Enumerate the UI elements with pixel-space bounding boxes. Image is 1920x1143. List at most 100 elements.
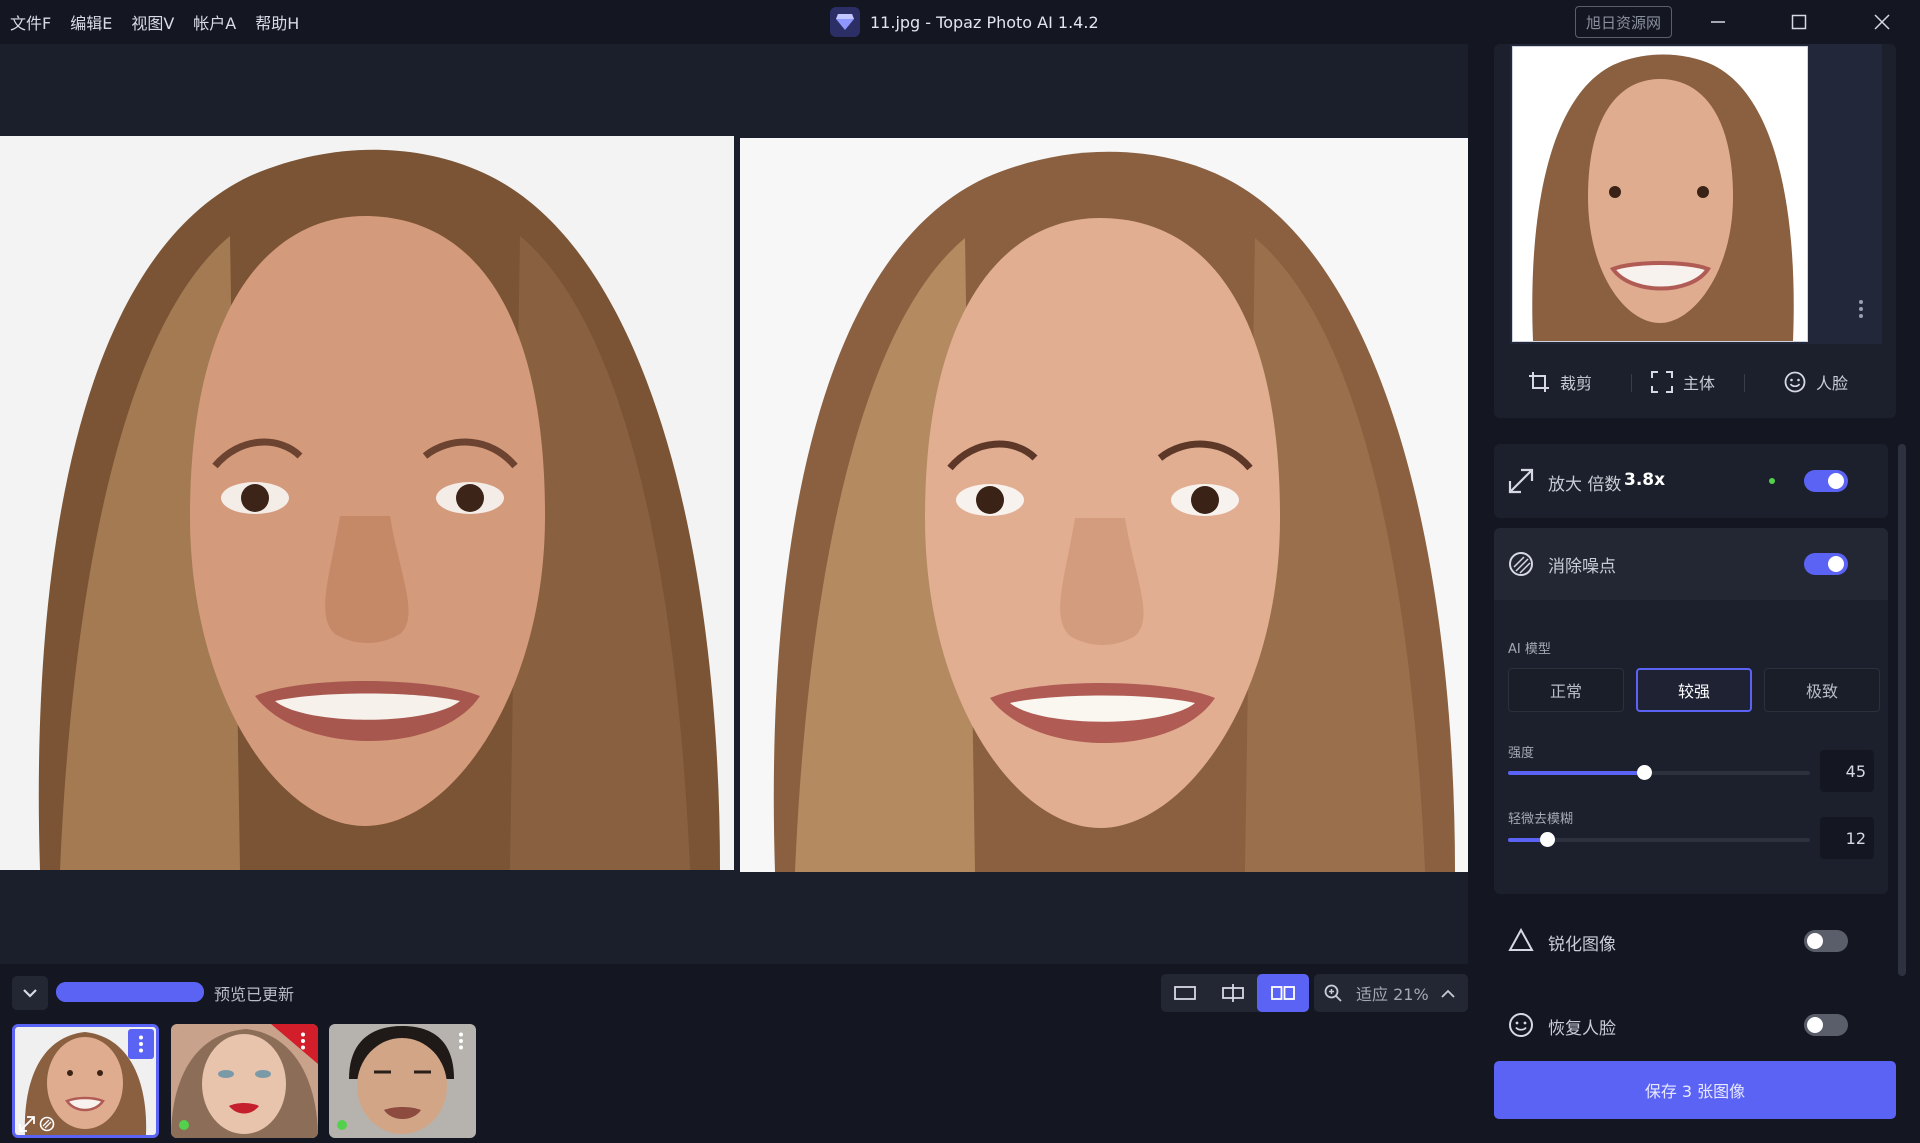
chevron-up-icon bbox=[1441, 989, 1455, 998]
applied-filters-badges bbox=[19, 1116, 55, 1132]
face-photo-original bbox=[0, 136, 734, 870]
crop-label: 裁剪 bbox=[1560, 374, 1593, 393]
subject-label: 主体 bbox=[1683, 374, 1716, 393]
upscale-label: 放大 倍数 bbox=[1548, 475, 1622, 495]
split-view-icon bbox=[1222, 984, 1244, 1002]
upscale-card[interactable]: 放大 倍数 3.8x bbox=[1494, 444, 1888, 518]
model-extreme-button[interactable]: 极致 bbox=[1764, 668, 1880, 712]
face-recovery-label: 恢复人脸 bbox=[1548, 1019, 1616, 1039]
navigator-face-image bbox=[1513, 47, 1807, 341]
single-view-button[interactable] bbox=[1161, 974, 1209, 1012]
menu-bar: 文件F 编辑E 视图V 帐户A 帮助H bbox=[0, 0, 318, 44]
single-view-icon bbox=[1174, 986, 1196, 1000]
upscale-toggle[interactable] bbox=[1804, 470, 1848, 492]
processed-preview[interactable] bbox=[740, 138, 1468, 872]
menu-edit[interactable]: 编辑E bbox=[70, 10, 112, 34]
original-preview[interactable] bbox=[0, 136, 734, 870]
navigator-thumbnail[interactable] bbox=[1512, 46, 1808, 342]
face-recovery-row[interactable]: 恢复人脸 bbox=[1494, 988, 1888, 1062]
smile-icon bbox=[1509, 1013, 1533, 1037]
thumbnail-3-menu-button[interactable] bbox=[448, 1026, 474, 1056]
face-recovery-toggle[interactable] bbox=[1804, 1014, 1848, 1036]
ready-status-dot bbox=[337, 1120, 347, 1130]
upscale-value: 3.8x bbox=[1624, 470, 1666, 490]
denoise-toggle[interactable] bbox=[1804, 553, 1848, 575]
preview-progress-bar bbox=[56, 982, 204, 1002]
deblur-label: 轻微去模糊 bbox=[1508, 812, 1574, 827]
expand-arrow-icon bbox=[19, 1116, 35, 1132]
denoise-card: 消除噪点 AI 模型 正常 较强 极致 强度 45 轻微去模糊 12 bbox=[1494, 528, 1888, 894]
noise-circle-icon bbox=[1509, 552, 1533, 576]
more-vertical-icon bbox=[459, 1032, 463, 1050]
face-tool[interactable]: 人脸 bbox=[1784, 370, 1848, 394]
window-title-text: 11.jpg - Topaz Photo AI 1.4.2 bbox=[870, 12, 1099, 32]
image-canvas[interactable] bbox=[0, 44, 1468, 964]
thumbnail-1[interactable] bbox=[12, 1024, 159, 1138]
thumbnail-2-menu-button[interactable] bbox=[290, 1026, 316, 1056]
noise-circle-icon bbox=[39, 1116, 55, 1132]
expand-arrow-icon bbox=[1508, 468, 1534, 494]
deblur-slider-handle[interactable] bbox=[1540, 832, 1555, 847]
divider bbox=[1744, 374, 1745, 392]
deblur-value-field[interactable]: 12 bbox=[1820, 817, 1874, 859]
strength-slider-fill bbox=[1508, 771, 1644, 775]
face-label: 人脸 bbox=[1816, 374, 1849, 393]
denoise-label: 消除噪点 bbox=[1548, 557, 1616, 577]
maximize-button[interactable] bbox=[1769, 0, 1829, 44]
split-view-button[interactable] bbox=[1209, 974, 1257, 1012]
navigator-card: 裁剪 主体 人脸 bbox=[1494, 44, 1896, 418]
smile-icon bbox=[1784, 371, 1806, 393]
right-panel: 裁剪 主体 人脸 放大 倍数 3.8x 消除噪点 AI 模型 正常 较强 极致 … bbox=[1468, 44, 1920, 1143]
menu-view[interactable]: 视图V bbox=[131, 10, 174, 34]
model-strong-button[interactable]: 较强 bbox=[1636, 668, 1752, 712]
minimize-icon bbox=[1711, 21, 1725, 23]
thumbnail-1-menu-button[interactable] bbox=[128, 1029, 154, 1059]
window-title: 11.jpg - Topaz Photo AI 1.4.2 bbox=[830, 0, 1099, 44]
denoise-header[interactable]: 消除噪点 bbox=[1494, 528, 1888, 600]
zoom-level-text: 适应 21% bbox=[1356, 985, 1429, 1004]
sharpen-toggle[interactable] bbox=[1804, 930, 1848, 952]
model-normal-button[interactable]: 正常 bbox=[1508, 668, 1624, 712]
side-by-side-view-button[interactable] bbox=[1257, 974, 1309, 1012]
preview-status-text: 预览已更新 bbox=[214, 985, 295, 1004]
topaz-gem-icon bbox=[830, 7, 860, 37]
zoom-in-icon bbox=[1324, 984, 1342, 1002]
zoom-control[interactable]: 适应 21% bbox=[1314, 974, 1468, 1012]
navigator-menu-button[interactable] bbox=[1848, 294, 1874, 324]
menu-account[interactable]: 帐户A bbox=[193, 10, 236, 34]
crop-icon bbox=[1529, 372, 1549, 392]
sharpen-row[interactable]: 锐化图像 bbox=[1494, 904, 1888, 978]
collapse-filmstrip-button[interactable] bbox=[12, 976, 48, 1010]
maximize-icon bbox=[1791, 14, 1807, 30]
strength-label: 强度 bbox=[1508, 746, 1535, 761]
title-bar: 文件F 编辑E 视图V 帐户A 帮助H 11.jpg - Topaz Photo… bbox=[0, 0, 1920, 44]
divider bbox=[1631, 374, 1632, 392]
triangle-icon bbox=[1508, 928, 1534, 951]
progress-fill bbox=[56, 982, 204, 1002]
close-button[interactable] bbox=[1852, 0, 1912, 44]
strength-value-field[interactable]: 45 bbox=[1820, 750, 1874, 792]
chevron-down-icon bbox=[23, 989, 37, 998]
save-images-button[interactable]: 保存 3 张图像 bbox=[1494, 1061, 1896, 1119]
face-photo-processed bbox=[740, 138, 1468, 872]
minimize-button[interactable] bbox=[1688, 0, 1748, 44]
crop-tool[interactable]: 裁剪 bbox=[1528, 370, 1592, 394]
strength-slider-handle[interactable] bbox=[1637, 765, 1652, 780]
watermark-badge: 旭日资源网 bbox=[1575, 6, 1672, 38]
ai-model-label: AI 模型 bbox=[1508, 642, 1551, 657]
subject-tool[interactable]: 主体 bbox=[1651, 370, 1715, 394]
panel-scrollbar[interactable] bbox=[1898, 444, 1906, 976]
menu-help[interactable]: 帮助H bbox=[255, 10, 299, 34]
more-vertical-icon bbox=[301, 1032, 305, 1050]
menu-file[interactable]: 文件F bbox=[10, 10, 51, 34]
sharpen-label: 锐化图像 bbox=[1548, 935, 1616, 955]
side-by-side-icon bbox=[1271, 986, 1295, 1000]
status-dot bbox=[1769, 478, 1775, 484]
focus-frame-icon bbox=[1651, 371, 1673, 393]
close-icon bbox=[1874, 14, 1890, 30]
more-vertical-icon bbox=[139, 1035, 143, 1053]
ready-status-dot bbox=[179, 1120, 189, 1130]
thumbnail-2[interactable] bbox=[171, 1024, 318, 1138]
view-mode-group bbox=[1161, 974, 1309, 1012]
thumbnail-3[interactable] bbox=[329, 1024, 476, 1138]
